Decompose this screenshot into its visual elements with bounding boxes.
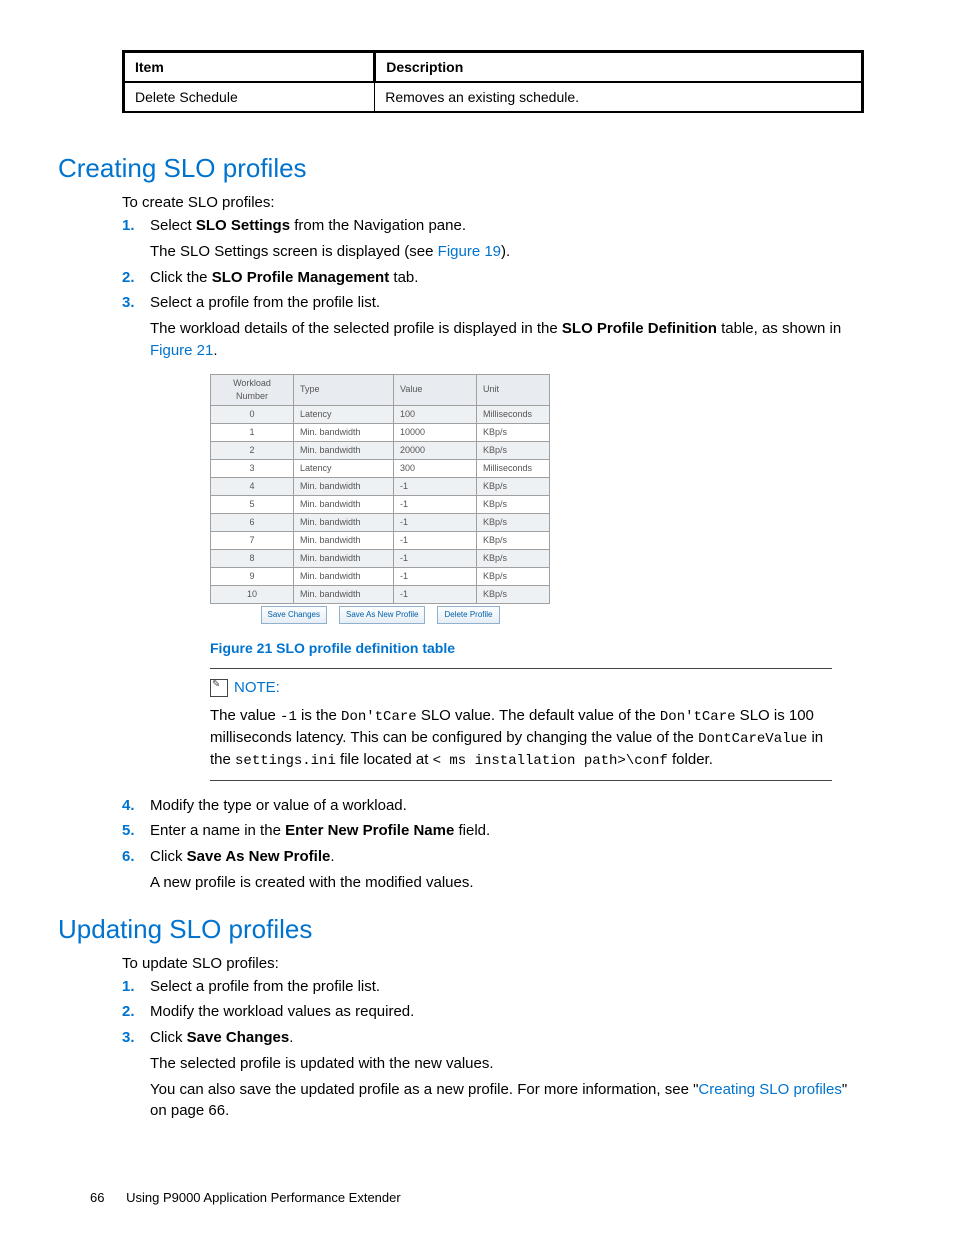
th-item: Item bbox=[124, 52, 375, 83]
figure-21-caption: Figure 21 SLO profile definition table bbox=[210, 638, 864, 658]
note-label: NOTE: bbox=[234, 677, 280, 699]
step-5: 5. Enter a name in the Enter New Profile… bbox=[122, 820, 864, 842]
step-3: 3. Select a profile from the profile lis… bbox=[122, 292, 864, 780]
heading-creating-slo-profiles: Creating SLO profiles bbox=[58, 153, 864, 184]
link-figure-21[interactable]: Figure 21 bbox=[150, 342, 213, 359]
step-2: 2. Click the SLO Profile Management tab. bbox=[122, 267, 864, 289]
footer-text: Using P9000 Application Performance Exte… bbox=[126, 1190, 401, 1205]
item-description-table: Item Description Delete Schedule Removes… bbox=[122, 50, 864, 113]
save-as-new-profile-button[interactable]: Save As New Profile bbox=[339, 606, 425, 624]
heading-updating-slo-profiles: Updating SLO profiles bbox=[58, 914, 864, 945]
note-icon bbox=[210, 679, 228, 697]
delete-profile-button[interactable]: Delete Profile bbox=[437, 606, 499, 624]
page-number: 66 bbox=[90, 1190, 104, 1205]
link-creating-slo-profiles[interactable]: Creating SLO profiles bbox=[698, 1081, 841, 1098]
page-footer: 66 Using P9000 Application Performance E… bbox=[90, 1190, 401, 1205]
th-description: Description bbox=[375, 52, 863, 83]
step-u3: 3. Click Save Changes. The selected prof… bbox=[122, 1027, 864, 1122]
intro-text-2: To update SLO profiles: bbox=[122, 955, 864, 972]
step-4: 4. Modify the type or value of a workloa… bbox=[122, 795, 864, 817]
intro-text: To create SLO profiles: bbox=[122, 194, 864, 211]
link-figure-19[interactable]: Figure 19 bbox=[438, 243, 501, 260]
save-changes-button[interactable]: Save Changes bbox=[261, 606, 327, 624]
figure-21-table: Workload Number Type Value Unit 0Latency… bbox=[210, 374, 864, 624]
step-6: 6. Click Save As New Profile. A new prof… bbox=[122, 846, 864, 894]
note-block: NOTE: The value -1 is the Don'tCare SLO … bbox=[210, 668, 832, 781]
step-u1: 1. Select a profile from the profile lis… bbox=[122, 976, 864, 998]
table-row: Delete Schedule Removes an existing sche… bbox=[124, 82, 863, 112]
step-u2: 2. Modify the workload values as require… bbox=[122, 1001, 864, 1023]
step-1: 1. Select SLO Settings from the Navigati… bbox=[122, 215, 864, 263]
